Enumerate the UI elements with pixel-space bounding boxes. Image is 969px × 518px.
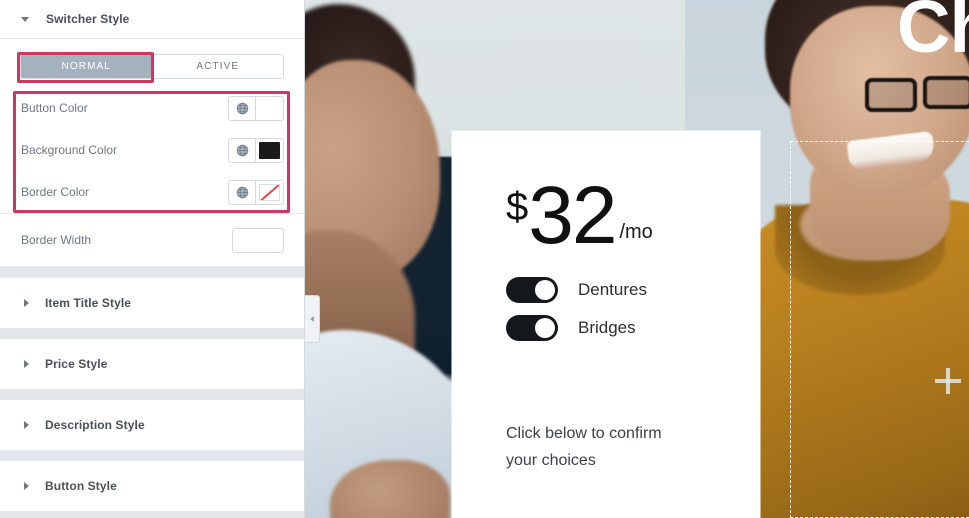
switcher-list: Dentures Bridges bbox=[452, 253, 760, 342]
swatch-fill bbox=[259, 183, 280, 201]
globe-icon[interactable] bbox=[229, 96, 256, 120]
tab-active[interactable]: ACTIVE bbox=[151, 55, 283, 78]
currency-symbol: $ bbox=[506, 185, 529, 230]
section-title: Switcher Style bbox=[46, 12, 130, 26]
swatch-fill bbox=[259, 99, 280, 117]
control-row-button-color: Button Color bbox=[0, 87, 304, 129]
background-color-controls bbox=[228, 137, 284, 163]
border-color-swatch-no-color[interactable] bbox=[256, 180, 283, 204]
caret-right-icon bbox=[24, 299, 29, 307]
button-color-swatch[interactable] bbox=[256, 96, 283, 120]
price-row: $ 32 /mo bbox=[452, 131, 760, 261]
toggle-bridges[interactable] bbox=[506, 315, 558, 342]
swatch-fill bbox=[259, 141, 280, 159]
card-description-line-2: your choices bbox=[506, 451, 596, 469]
price-period: /mo bbox=[619, 221, 653, 244]
section-header-switcher-style[interactable]: Switcher Style bbox=[0, 0, 304, 39]
globe-icon[interactable] bbox=[229, 138, 256, 162]
toggle-dentures[interactable] bbox=[506, 277, 558, 304]
style-settings-panel: Switcher Style NORMAL ACTIVE Button Colo… bbox=[0, 0, 305, 518]
control-row-background-color: Background Color bbox=[0, 129, 304, 171]
switcher-item-bridges: Bridges bbox=[506, 315, 760, 342]
border-color-picker[interactable] bbox=[228, 179, 284, 205]
sidebar-item-item-title-style[interactable]: Item Title Style bbox=[0, 278, 304, 328]
sidebar-item-description-style[interactable]: Description Style bbox=[0, 400, 304, 450]
accordion-gap bbox=[0, 267, 304, 278]
color-controls-group: Button Color Background Color Border Col… bbox=[0, 79, 304, 213]
background-color-swatch[interactable] bbox=[256, 138, 283, 162]
border-color-label: Border Color bbox=[21, 185, 90, 199]
accordion-label: Button Style bbox=[45, 479, 117, 493]
control-row-border-width: Border Width bbox=[0, 214, 304, 266]
caret-down-icon bbox=[21, 16, 29, 22]
border-width-label: Border Width bbox=[21, 233, 92, 247]
plus-icon[interactable] bbox=[935, 368, 961, 394]
accordion-label: Price Style bbox=[45, 357, 108, 371]
toggle-label: Dentures bbox=[578, 280, 647, 300]
switcher-item-dentures: Dentures bbox=[506, 277, 760, 304]
button-color-picker[interactable] bbox=[228, 95, 284, 121]
state-tabs-wrapper: NORMAL ACTIVE bbox=[0, 39, 304, 79]
pricing-card: $ 32 /mo Dentures Bridges Click below to… bbox=[452, 131, 760, 518]
price-amount: 32 bbox=[528, 170, 617, 261]
toggle-knob bbox=[535, 280, 555, 301]
editor-window: Switcher Style NORMAL ACTIVE Button Colo… bbox=[0, 0, 969, 518]
caret-right-icon bbox=[24, 421, 29, 429]
accordion-gap bbox=[0, 450, 304, 461]
sidebar-item-price-style[interactable]: Price Style bbox=[0, 339, 304, 389]
button-color-label: Button Color bbox=[21, 101, 88, 115]
background-color-label: Background Color bbox=[21, 143, 118, 157]
caret-right-icon bbox=[24, 360, 29, 368]
sidebar-item-button-style[interactable]: Button Style bbox=[0, 461, 304, 511]
border-width-input[interactable] bbox=[232, 227, 284, 253]
accordion-gap bbox=[0, 511, 304, 518]
button-color-controls bbox=[228, 95, 284, 121]
caret-right-icon bbox=[24, 482, 29, 490]
toggle-knob bbox=[535, 318, 555, 339]
tab-normal[interactable]: NORMAL bbox=[21, 55, 152, 78]
photo-person-right-glasses-right bbox=[923, 76, 969, 109]
accordion-gap bbox=[0, 389, 304, 400]
hero-heading: Ch bbox=[897, 0, 969, 68]
preview-canvas: Ch $ 32 /mo Dentures Bridges bbox=[305, 0, 969, 518]
accordion-gap bbox=[0, 328, 304, 339]
chevron-left-icon bbox=[310, 316, 314, 322]
globe-icon[interactable] bbox=[229, 180, 256, 204]
accordion-label: Item Title Style bbox=[45, 296, 132, 310]
card-description: Click below to confirm your choices bbox=[452, 353, 687, 474]
card-description-line-1: Click below to confirm bbox=[506, 425, 662, 443]
background-color-picker[interactable] bbox=[228, 137, 284, 163]
control-row-border-color: Border Color bbox=[0, 171, 304, 213]
photo-person-right-glasses-left bbox=[865, 78, 917, 112]
border-color-controls bbox=[228, 179, 284, 205]
accordion-label: Description Style bbox=[45, 418, 145, 432]
toggle-label: Bridges bbox=[578, 318, 636, 338]
state-tabs: NORMAL ACTIVE bbox=[20, 54, 284, 79]
panel-collapse-handle[interactable] bbox=[305, 295, 320, 343]
